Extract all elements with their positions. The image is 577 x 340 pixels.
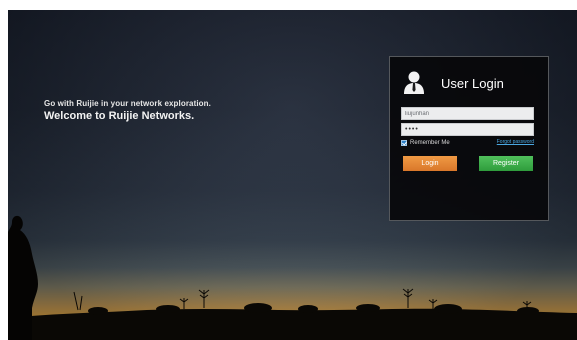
login-title: User Login	[441, 76, 504, 91]
login-button[interactable]: Login	[403, 156, 457, 171]
password-input[interactable]	[401, 123, 534, 136]
horizon-silhouette	[8, 288, 577, 340]
register-button[interactable]: Register	[479, 156, 533, 171]
checkbox-checked-icon[interactable]	[401, 140, 407, 146]
remember-me-label: Remember Me	[410, 140, 450, 146]
login-panel: User Login Remember Me Forgot password L…	[389, 56, 549, 221]
hero-tagline: Go with Ruijie in your network explorati…	[44, 99, 211, 108]
remember-me-row[interactable]: Remember Me	[401, 140, 450, 146]
hero-welcome: Welcome to Ruijie Networks.	[44, 110, 195, 122]
person-silhouette	[8, 215, 38, 340]
login-page: Go with Ruijie in your network explorati…	[0, 0, 577, 340]
username-input[interactable]	[401, 107, 534, 120]
user-silhouette-icon	[404, 71, 424, 94]
forgot-password-link[interactable]: Forgot password	[497, 139, 534, 145]
